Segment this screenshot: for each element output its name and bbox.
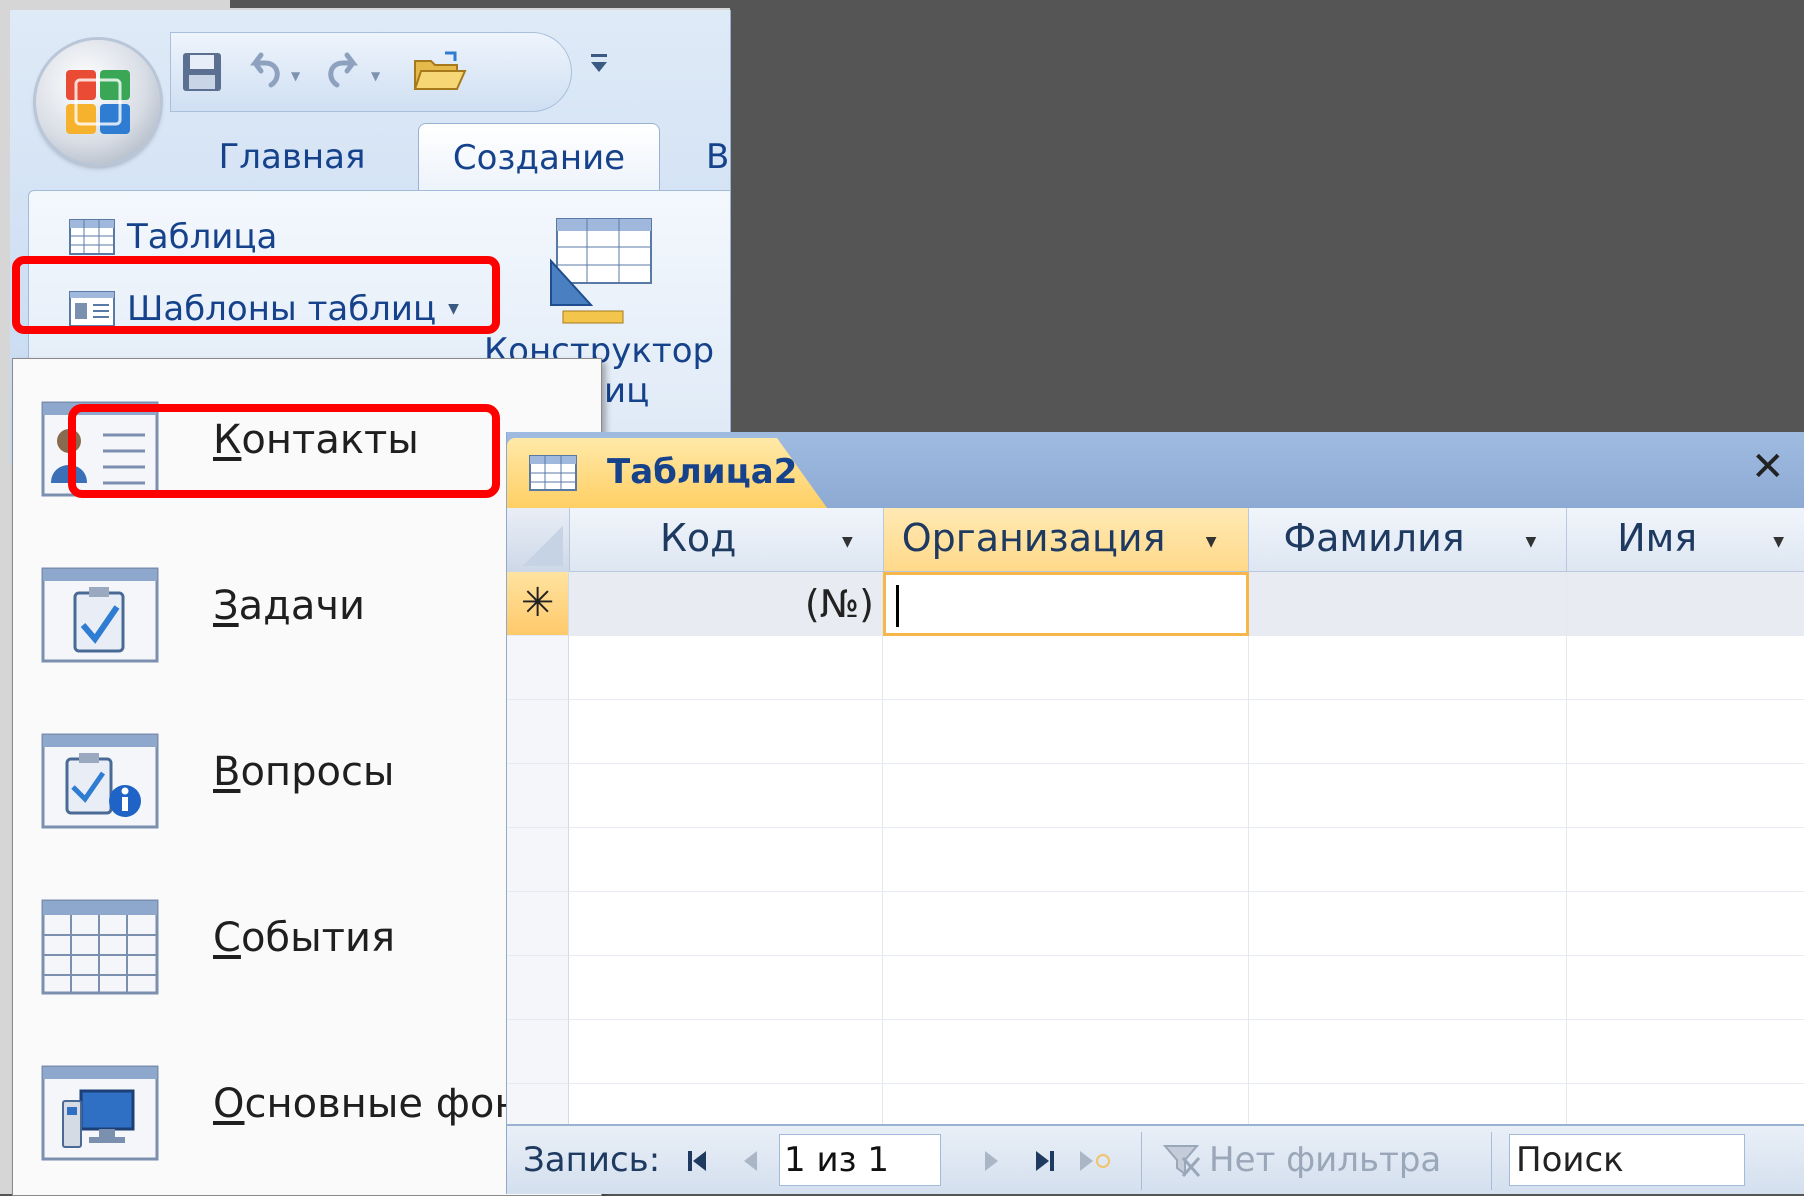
menu-item-questions-label: Вопросы <box>213 749 395 795</box>
next-record-icon[interactable] <box>979 1148 1003 1174</box>
empty-row <box>507 1020 1804 1084</box>
column-header-code[interactable]: Код ▼ <box>569 508 884 572</box>
highlight-contacts <box>68 404 500 498</box>
empty-row <box>507 828 1804 892</box>
undo-icon[interactable] <box>241 49 287 95</box>
table-icon <box>69 219 115 255</box>
table-button-label: Таблица <box>127 217 278 257</box>
row-selector-new[interactable]: ✳ <box>507 572 569 636</box>
menu-item-events-label: События <box>213 915 396 961</box>
office-logo-icon <box>66 70 130 134</box>
tab-create[interactable]: Создание <box>418 123 660 192</box>
menu-item-tasks-label: Задачи <box>213 583 365 629</box>
table-designer-icon[interactable] <box>547 217 655 325</box>
cell-code[interactable]: (№) <box>569 572 883 636</box>
document-tab[interactable]: Таблица2 <box>507 438 827 508</box>
tab-home[interactable]: Главная <box>202 123 382 191</box>
datasheet-grid: Код ▼ Организация ▼ Фамилия ▼ Имя ▼ ✳ (№… <box>507 508 1804 1156</box>
datasheet-window: Таблица2 ✕ Код ▼ Организация ▼ Фамилия ▼… <box>506 432 1804 1194</box>
tasks-icon <box>41 567 159 663</box>
redo-icon[interactable] <box>321 49 367 95</box>
questions-icon <box>41 733 159 829</box>
new-record-icon[interactable] <box>1077 1148 1111 1174</box>
record-navigation-bar: Запись: 1 из 1 Нет фильтра Поиск <box>507 1124 1804 1194</box>
redo-dropdown-icon[interactable]: ▼ <box>371 69 380 83</box>
office-button[interactable] <box>36 40 160 164</box>
header-row: Код ▼ Организация ▼ Фамилия ▼ Имя ▼ <box>507 508 1804 573</box>
empty-row <box>507 636 1804 700</box>
table-tab-icon <box>529 455 577 491</box>
filter-toggle[interactable]: Нет фильтра <box>1161 1140 1441 1180</box>
empty-row <box>507 764 1804 828</box>
last-record-icon[interactable] <box>1033 1148 1057 1174</box>
new-record-row: ✳ (№) <box>507 572 1804 636</box>
select-all-button[interactable] <box>507 508 570 573</box>
tab-external-data[interactable]: В <box>706 123 730 191</box>
column-header-firstname[interactable]: Имя ▼ <box>1567 508 1804 572</box>
assets-icon <box>41 1065 159 1161</box>
no-filter-icon <box>1162 1145 1201 1177</box>
chevron-down-icon[interactable]: ▼ <box>1525 534 1536 550</box>
text-caret <box>896 585 899 627</box>
cell-lastname[interactable] <box>1249 572 1567 636</box>
first-record-icon[interactable] <box>685 1148 709 1174</box>
chevron-down-icon[interactable]: ▼ <box>1773 534 1784 550</box>
empty-row <box>507 892 1804 956</box>
previous-record-icon[interactable] <box>739 1148 763 1174</box>
cell-organization-input[interactable] <box>883 572 1249 636</box>
current-record-input[interactable]: 1 из 1 <box>779 1134 941 1186</box>
menu-item-assets-label: Основные фон <box>213 1081 521 1127</box>
record-label: Запись: <box>523 1140 661 1180</box>
empty-row <box>507 700 1804 764</box>
search-input[interactable]: Поиск <box>1509 1134 1745 1186</box>
nav-separator <box>1491 1132 1492 1190</box>
nav-separator <box>1141 1132 1142 1190</box>
chevron-down-icon[interactable]: ▼ <box>842 534 853 550</box>
open-folder-icon[interactable] <box>411 49 467 95</box>
quick-access-toolbar: ▼ ▼ <box>170 32 572 112</box>
highlight-table-templates <box>12 256 500 334</box>
cell-firstname[interactable] <box>1567 572 1804 636</box>
document-tab-bar: Таблица2 ✕ <box>507 432 1804 508</box>
empty-row <box>507 956 1804 1020</box>
undo-dropdown-icon[interactable]: ▼ <box>291 69 300 83</box>
column-header-organization[interactable]: Организация ▼ <box>883 508 1250 572</box>
column-header-lastname[interactable]: Фамилия ▼ <box>1249 508 1568 572</box>
customize-qat-icon[interactable] <box>588 50 610 76</box>
close-icon[interactable]: ✕ <box>1751 444 1785 490</box>
chevron-down-icon[interactable]: ▼ <box>1206 534 1217 550</box>
events-icon <box>41 899 159 995</box>
table-button[interactable]: Таблица <box>69 217 277 257</box>
document-tab-title: Таблица2 <box>607 452 798 492</box>
save-icon[interactable] <box>179 49 225 95</box>
filter-label: Нет фильтра <box>1209 1140 1442 1180</box>
